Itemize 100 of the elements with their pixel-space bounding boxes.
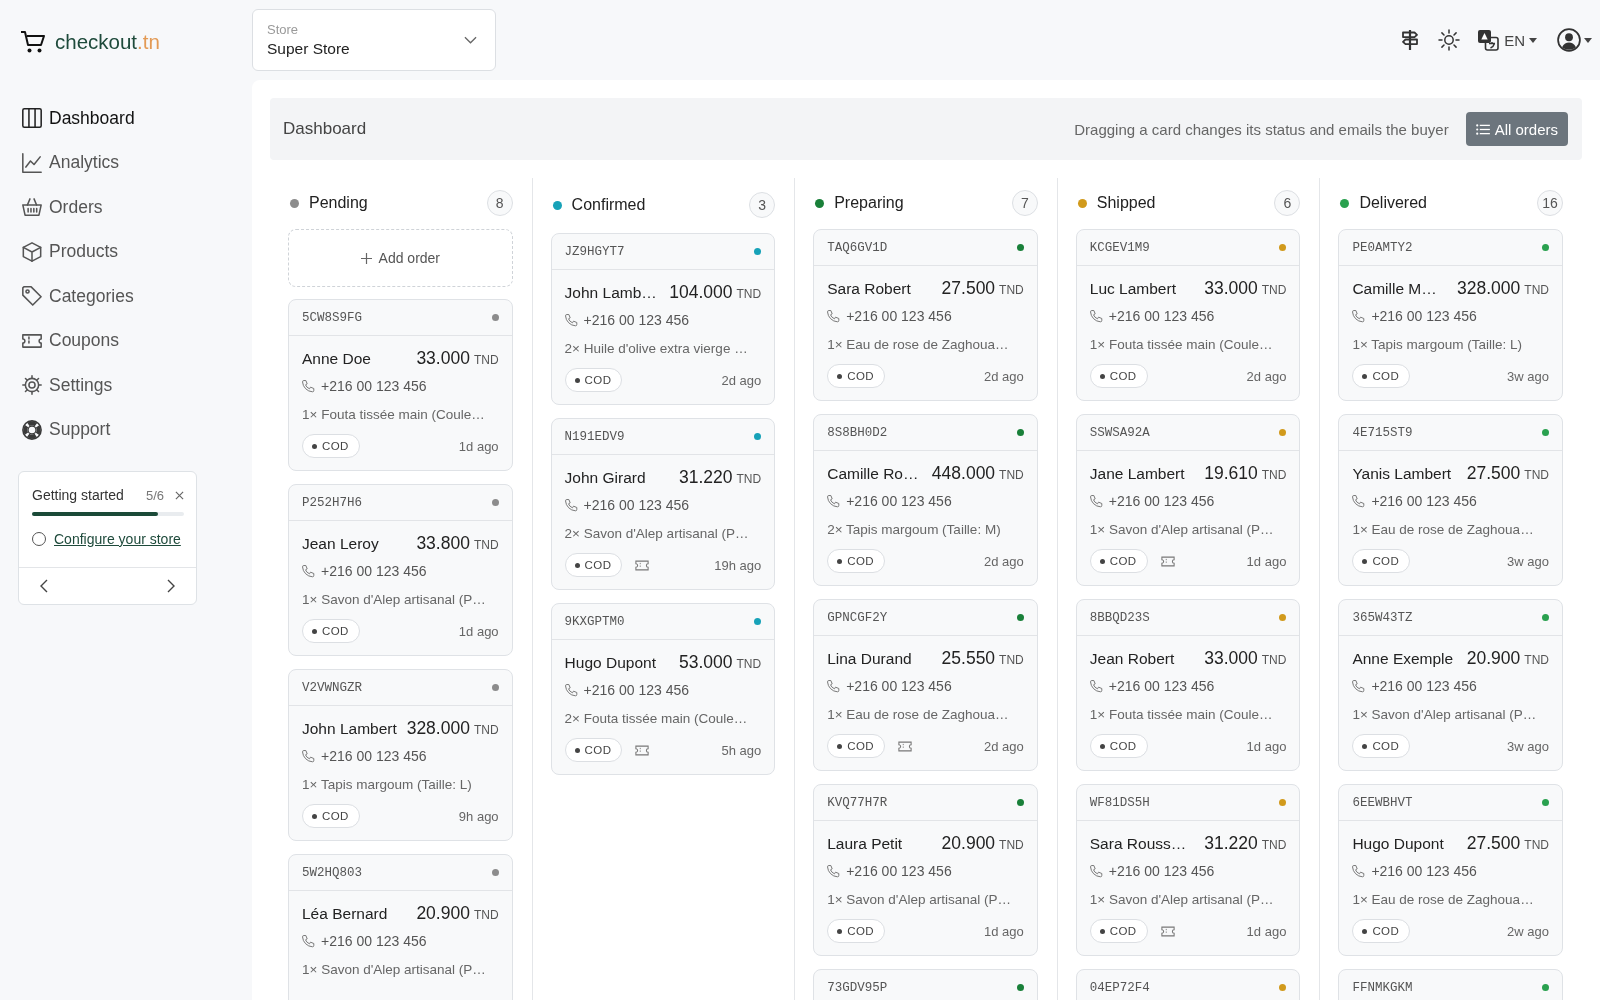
dot-icon bbox=[312, 443, 317, 449]
order-card[interactable]: PE0AMTY2 Camille M… 328.000 TND +216 00 123 456 1× Tapis margoum (Taille: L) COD 3w ago bbox=[1338, 229, 1563, 401]
order-items: 1× Eau de rose de Zaghoua… bbox=[827, 706, 1010, 724]
order-card[interactable]: WF81DS5H Sara Rouss… 31.220 TND +216 00 123 456 1× Savon d'Alep artisanal (P… COD 1d ago bbox=[1075, 784, 1301, 956]
payment-method: COD bbox=[847, 925, 874, 937]
language-button[interactable]: EN bbox=[1477, 29, 1537, 51]
order-card[interactable]: KVQ77H7R Laura Petit 20.900 TND +216 00 123 456 1× Savon d'Alep artisanal (P… COD 1d ago bbox=[813, 784, 1038, 956]
add-order-button[interactable]: Add order bbox=[288, 229, 513, 287]
dot-icon bbox=[837, 928, 843, 934]
phone-icon bbox=[827, 309, 841, 323]
order-id: GPNCGF2Y bbox=[827, 610, 888, 625]
phone-number: +216 00 123 456 bbox=[1108, 493, 1215, 509]
nav-item[interactable]: Support bbox=[18, 407, 111, 452]
order-card[interactable]: 365W43TZ Anne Exemple 20.900 TND +216 00 123 456 1× Savon d'Alep artisanal (P… COD 3w ago bbox=[1338, 599, 1563, 771]
payment-method: COD bbox=[1372, 740, 1400, 752]
nav-item[interactable]: Products bbox=[18, 229, 119, 274]
order-card[interactable]: 73GDV95P bbox=[813, 969, 1038, 1000]
phone-number: +216 00 123 456 bbox=[1371, 863, 1477, 879]
order-card[interactable]: GPNCGF2Y Lina Durand 25.550 TND +216 00 123 456 1× Eau de rose de Zaghoua… COD 2d ago bbox=[813, 599, 1038, 771]
nav-item[interactable]: Settings bbox=[18, 363, 113, 408]
dot-icon bbox=[837, 373, 843, 379]
dot-icon bbox=[1362, 928, 1368, 934]
order-card[interactable]: 8BBQD23S Jean Robert 33.000 TND +216 00 123 456 1× Fouta tissée main (Coule… COD 1d ago bbox=[1075, 599, 1301, 771]
dot-icon bbox=[1362, 743, 1368, 749]
order-card[interactable]: SSWSA92A Jane Lambert 19.610 TND +216 00 123 456 1× Savon d'Alep artisanal (P… COD 1d ago bbox=[1075, 414, 1301, 586]
order-card[interactable]: 5W2HQ803 Léa Bernard 20.900 TND +216 00 123 456 1× Savon d'Alep artisanal (P… bbox=[288, 854, 513, 1000]
order-card[interactable]: JZ9HGYT7 John Lamb… 104.000 TND +216 00 123 456 2× Huile d'olive extra vierge … COD 2d ago bbox=[550, 233, 776, 405]
order-items: 1× Savon d'Alep artisanal (P… bbox=[1089, 521, 1275, 539]
order-card[interactable]: 9KXGPTM0 Hugo Dupont 53.000 TND +216 00 123 456 2× Fouta tissée main (Coule… COD 5h ago bbox=[550, 603, 776, 775]
payment-method: COD bbox=[1109, 370, 1137, 382]
payment-method: COD bbox=[847, 555, 874, 567]
order-card[interactable]: 4E715ST9 Yanis Lambert 27.500 TND +216 00 123 456 1× Eau de rose de Zaghoua… COD 3w ago bbox=[1338, 414, 1563, 586]
store-select[interactable]: Store Super Store bbox=[252, 9, 496, 71]
order-age: 19h ago bbox=[714, 557, 762, 573]
order-amount: 27.500 bbox=[941, 278, 996, 298]
phone-number: +216 00 123 456 bbox=[846, 678, 952, 694]
nav-item[interactable]: Coupons bbox=[18, 318, 120, 363]
order-id: V2VWNGZR bbox=[302, 680, 362, 695]
order-id: 73GDV95P bbox=[827, 980, 888, 995]
order-card[interactable]: P252H7H6 Jean Leroy 33.800 TND +216 00 123 456 1× Savon d'Alep artisanal (P… COD 1d ago bbox=[288, 484, 513, 656]
order-id: 6EEWBHVT bbox=[1352, 795, 1413, 810]
order-age: 5h ago bbox=[721, 742, 762, 758]
phone-icon bbox=[1352, 494, 1366, 508]
order-id: JZ9HGYT7 bbox=[564, 244, 625, 259]
nav-item[interactable]: Orders bbox=[18, 185, 103, 230]
dot-icon bbox=[1099, 928, 1105, 934]
order-amount: 328.000 bbox=[1457, 278, 1521, 298]
order-card[interactable]: 6EEWBHVT Hugo Dupont 27.500 TND +216 00 123 456 1× Eau de rose de Zaghoua… COD 2w ago bbox=[1338, 784, 1563, 956]
sun-icon[interactable] bbox=[1438, 29, 1461, 51]
order-items: 1× Savon d'Alep artisanal (P… bbox=[1352, 706, 1538, 724]
phone-icon bbox=[827, 864, 841, 878]
chevron-left-icon[interactable] bbox=[40, 579, 48, 593]
customer-name: Hugo Dupont bbox=[564, 654, 656, 672]
phone-icon bbox=[302, 934, 315, 948]
phone-number: +216 00 123 456 bbox=[321, 933, 427, 949]
order-card[interactable]: 04EP72F4 bbox=[1075, 969, 1301, 1000]
nav-item[interactable]: Dashboard bbox=[18, 96, 135, 141]
order-items: 1× Tapis margoum (Taille: L) bbox=[302, 776, 473, 794]
dot-icon bbox=[1099, 373, 1105, 379]
phone-icon bbox=[1089, 679, 1103, 693]
order-card[interactable]: 5CW8S9FG Anne Doe 33.000 TND +216 00 123 456 1× Fouta tissée main (Coule… COD 1d ago bbox=[288, 299, 513, 471]
phone-number: +216 00 123 456 bbox=[1371, 678, 1477, 694]
payment-method: COD bbox=[322, 440, 349, 452]
order-card[interactable]: V2VWNGZR John Lambert 328.000 TND +216 00 123 456 1× Tapis margoum (Taille: L) COD 9h ago bbox=[288, 669, 513, 841]
order-amount: 31.220 bbox=[1204, 833, 1258, 853]
order-id: KVQ77H7R bbox=[827, 795, 888, 810]
payment-method: COD bbox=[584, 374, 612, 386]
order-items: 1× Fouta tissée main (Coule… bbox=[1089, 706, 1274, 724]
column-title: Pending bbox=[309, 194, 368, 212]
order-card[interactable]: KCGEV1M9 Luc Lambert 33.000 TND +216 00 123 456 1× Fouta tissée main (Coule… COD 2d ago bbox=[1075, 229, 1301, 401]
chevron-down-icon bbox=[464, 36, 477, 44]
order-amount: 33.000 bbox=[1204, 278, 1258, 298]
user-icon bbox=[1557, 28, 1581, 52]
dot-icon bbox=[837, 558, 843, 564]
dot-icon bbox=[1362, 558, 1368, 564]
column-title: Confirmed bbox=[571, 196, 646, 214]
columns-icon bbox=[22, 108, 42, 129]
order-items: 1× Eau de rose de Zaghoua… bbox=[1352, 521, 1535, 539]
setup-link[interactable]: Configure your store bbox=[54, 531, 181, 547]
order-card[interactable]: N191EDV9 John Girard 31.220 TND +216 00 123 456 2× Savon d'Alep artisanal (P… COD 19h ago bbox=[550, 418, 776, 590]
order-items: 1× Fouta tissée main (Coule… bbox=[1089, 336, 1274, 354]
order-items: 1× Savon d'Alep artisanal (P… bbox=[827, 891, 1012, 909]
order-amount: 33.000 bbox=[416, 348, 470, 368]
phone-number: +216 00 123 456 bbox=[1108, 308, 1215, 324]
order-age: 3w ago bbox=[1507, 738, 1549, 754]
order-card[interactable]: FFNMKGKM bbox=[1338, 969, 1563, 1000]
order-age: 1d ago bbox=[984, 923, 1024, 939]
close-icon[interactable] bbox=[175, 490, 184, 500]
order-card[interactable]: TAQ6GV1D Sara Robert 27.500 TND +216 00 123 456 1× Eau de rose de Zaghoua… COD 2d ago bbox=[813, 229, 1038, 401]
order-card[interactable]: 8S8BH0D2 Camille Ro… 448.000 TND +216 00 123 456 2× Tapis margoum (Taille: M) COD 2d ago bbox=[813, 414, 1038, 586]
nav-item[interactable]: Analytics bbox=[18, 140, 120, 185]
phone-number: +216 00 123 456 bbox=[846, 863, 952, 879]
currency-label: TND bbox=[473, 908, 499, 922]
chevron-right-icon[interactable] bbox=[167, 579, 175, 593]
order-amount: 27.500 bbox=[1466, 463, 1521, 483]
user-menu-button[interactable] bbox=[1557, 28, 1592, 52]
order-amount: 448.000 bbox=[931, 463, 996, 483]
nav-item[interactable]: Categories bbox=[18, 274, 134, 319]
card-title: Getting started bbox=[32, 487, 124, 503]
all-orders-button[interactable]: All orders bbox=[1465, 112, 1568, 146]
